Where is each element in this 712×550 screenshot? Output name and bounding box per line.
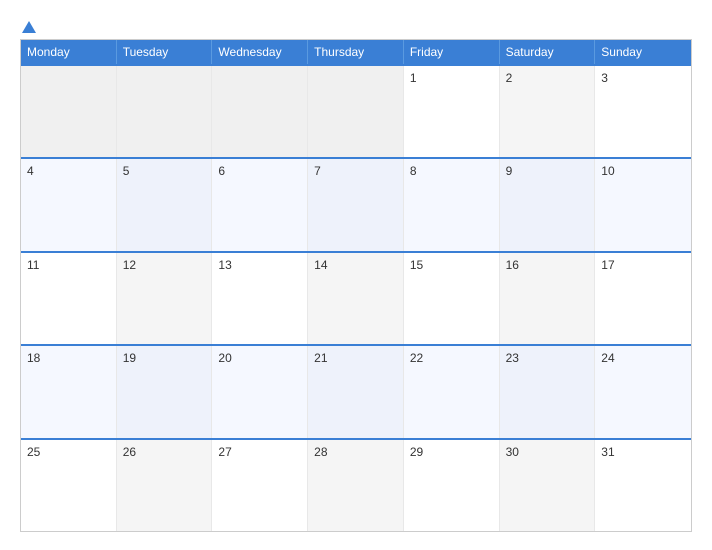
day-number: 16: [506, 258, 519, 272]
header-cell-sunday: Sunday: [595, 40, 691, 64]
header-cell-tuesday: Tuesday: [117, 40, 213, 64]
calendar-cell: 9: [500, 159, 596, 250]
day-number: 25: [27, 445, 40, 459]
calendar-grid: MondayTuesdayWednesdayThursdayFridaySatu…: [20, 39, 692, 532]
calendar-week-2: 4 5 6 7 8 9 10: [21, 157, 691, 250]
calendar-cell: 21: [308, 346, 404, 437]
header-cell-wednesday: Wednesday: [212, 40, 308, 64]
day-number: 5: [123, 164, 130, 178]
page-header: [20, 18, 692, 33]
calendar-cell: [117, 66, 213, 157]
calendar-cell: 25: [21, 440, 117, 531]
day-number: 22: [410, 351, 423, 365]
day-number: 7: [314, 164, 321, 178]
day-number: 19: [123, 351, 136, 365]
logo: [20, 18, 36, 33]
calendar-cell: [308, 66, 404, 157]
day-number: 12: [123, 258, 136, 272]
calendar-body: 1234567891011121314151617181920212223242…: [21, 64, 691, 531]
calendar-cell: 17: [595, 253, 691, 344]
calendar-week-4: 18 19 20 21 22 23 24: [21, 344, 691, 437]
calendar-cell: 3: [595, 66, 691, 157]
day-number: 24: [601, 351, 614, 365]
day-number: 31: [601, 445, 614, 459]
header-cell-monday: Monday: [21, 40, 117, 64]
day-number: 11: [27, 258, 39, 272]
day-number: 4: [27, 164, 34, 178]
calendar-cell: 12: [117, 253, 213, 344]
calendar-cell: 26: [117, 440, 213, 531]
calendar-cell: [21, 66, 117, 157]
calendar-cell: 24: [595, 346, 691, 437]
calendar-cell: [212, 66, 308, 157]
day-number: 15: [410, 258, 423, 272]
calendar-page: MondayTuesdayWednesdayThursdayFridaySatu…: [0, 0, 712, 550]
calendar-cell: 1: [404, 66, 500, 157]
calendar-cell: 27: [212, 440, 308, 531]
calendar-cell: 4: [21, 159, 117, 250]
header-cell-friday: Friday: [404, 40, 500, 64]
day-number: 17: [601, 258, 614, 272]
day-number: 6: [218, 164, 225, 178]
calendar-cell: 6: [212, 159, 308, 250]
calendar-cell: 14: [308, 253, 404, 344]
calendar-cell: 7: [308, 159, 404, 250]
calendar-cell: 19: [117, 346, 213, 437]
day-number: 27: [218, 445, 231, 459]
calendar-cell: 20: [212, 346, 308, 437]
calendar-cell: 29: [404, 440, 500, 531]
day-number: 1: [410, 71, 417, 85]
calendar-cell: 11: [21, 253, 117, 344]
calendar-cell: 28: [308, 440, 404, 531]
calendar-cell: 23: [500, 346, 596, 437]
day-number: 10: [601, 164, 614, 178]
calendar-week-1: 1 2 3: [21, 64, 691, 157]
calendar-cell: 22: [404, 346, 500, 437]
day-number: 18: [27, 351, 40, 365]
day-number: 26: [123, 445, 136, 459]
calendar-cell: 31: [595, 440, 691, 531]
day-number: 13: [218, 258, 231, 272]
calendar-header-row: MondayTuesdayWednesdayThursdayFridaySatu…: [21, 40, 691, 64]
day-number: 3: [601, 71, 608, 85]
header-cell-saturday: Saturday: [500, 40, 596, 64]
calendar-cell: 16: [500, 253, 596, 344]
calendar-week-5: 25 26 27 28 29 30 31: [21, 438, 691, 531]
calendar-cell: 18: [21, 346, 117, 437]
calendar-cell: 13: [212, 253, 308, 344]
calendar-cell: 5: [117, 159, 213, 250]
calendar-week-3: 11 12 13 14 15 16 17: [21, 251, 691, 344]
day-number: 23: [506, 351, 519, 365]
day-number: 29: [410, 445, 423, 459]
day-number: 28: [314, 445, 327, 459]
calendar-cell: 30: [500, 440, 596, 531]
day-number: 14: [314, 258, 327, 272]
day-number: 9: [506, 164, 513, 178]
logo-triangle-icon: [22, 21, 36, 33]
day-number: 8: [410, 164, 417, 178]
day-number: 2: [506, 71, 513, 85]
header-cell-thursday: Thursday: [308, 40, 404, 64]
calendar-cell: 15: [404, 253, 500, 344]
calendar-cell: 2: [500, 66, 596, 157]
calendar-cell: 10: [595, 159, 691, 250]
day-number: 20: [218, 351, 231, 365]
day-number: 30: [506, 445, 519, 459]
calendar-cell: 8: [404, 159, 500, 250]
day-number: 21: [314, 351, 327, 365]
